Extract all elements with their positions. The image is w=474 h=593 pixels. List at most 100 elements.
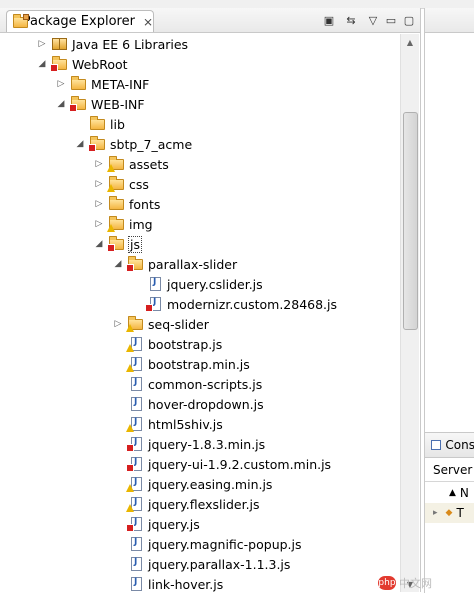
tree-item[interactable]: ◢ sbtp_7_acme	[74, 134, 192, 154]
folder-icon	[71, 76, 87, 91]
js-file-error-icon	[145, 297, 163, 312]
server-row-2[interactable]: ▸ ◆ T	[425, 503, 474, 523]
tree-item[interactable]: jquery.flexslider.js	[112, 494, 260, 514]
tree-item[interactable]: jquery.parallax-1.1.3.js	[112, 554, 290, 574]
tree-item[interactable]: ▷ assets	[93, 154, 169, 174]
tree-item-label: parallax-slider	[148, 256, 238, 272]
tree-item[interactable]: ▷ META-INF	[55, 74, 149, 94]
server-row-label: N	[459, 486, 469, 500]
js-file-warning-icon	[126, 497, 144, 512]
js-file-warning-icon	[126, 337, 144, 352]
console-panel: Cons Server ▲ N ▸ ◆ T	[424, 432, 474, 593]
tree-item[interactable]: hover-dropdown.js	[112, 394, 264, 414]
folder-error-icon	[126, 256, 144, 272]
folder-error-icon	[107, 236, 125, 252]
server-expand-icon[interactable]: ▸	[433, 508, 438, 518]
collapse-all-icon[interactable]: ▣	[322, 13, 336, 27]
js-file-icon	[128, 377, 144, 391]
close-tab-icon[interactable]: ⨯	[143, 15, 153, 29]
tree-item-label: WEB-INF	[91, 96, 145, 112]
js-file-icon	[128, 537, 144, 551]
tomcat-icon: ◆	[445, 508, 453, 518]
server-row-label: T	[456, 506, 464, 520]
link-with-editor-icon[interactable]: ⇆	[344, 13, 358, 27]
tree-item[interactable]: jquery.easing.min.js	[112, 474, 272, 494]
tree-item[interactable]: ◢ js	[93, 234, 142, 254]
expand-arrow-icon[interactable]: ▷	[93, 198, 105, 210]
server-row-1[interactable]: ▲ N	[425, 483, 474, 503]
php-watermark: php 中文网	[378, 574, 474, 592]
collapse-arrow-icon[interactable]: ◢	[36, 58, 48, 70]
tree-item[interactable]: lib	[74, 114, 125, 134]
folder-error-icon	[69, 96, 87, 112]
server-column-header[interactable]: Server	[425, 459, 474, 482]
php-watermark-text: 中文网	[399, 577, 432, 590]
tree-item[interactable]: ▷ seq-slider	[112, 314, 209, 334]
minimize-icon[interactable]: ▭	[384, 13, 398, 27]
tree-item[interactable]: bootstrap.min.js	[112, 354, 250, 374]
tree-item[interactable]: ◢ parallax-slider	[112, 254, 237, 274]
tree-item[interactable]: modernizr.custom.28468.js	[131, 294, 337, 314]
collapse-arrow-icon[interactable]: ◢	[74, 138, 86, 150]
tree-item-label: META-INF	[91, 76, 150, 92]
tree-item-label: seq-slider	[148, 316, 209, 332]
tree-vertical-scrollbar[interactable]: ▲ ▼	[400, 34, 419, 592]
expand-arrow-icon[interactable]: ▷	[93, 158, 105, 170]
tree-item-label: WebRoot	[72, 56, 128, 72]
editor-tabbar	[425, 8, 474, 33]
collapse-arrow-icon[interactable]: ◢	[55, 98, 67, 110]
tree-item[interactable]: ▷ Java EE 6 Libraries	[36, 34, 189, 54]
tree-item[interactable]: ◢ WEB-INF	[55, 94, 145, 114]
library-icon	[52, 37, 68, 51]
tree-item[interactable]: ▷ img	[93, 214, 153, 234]
js-file-icon	[128, 557, 144, 571]
console-tab-label: Cons	[445, 438, 474, 452]
collapse-arrow-icon[interactable]: ◢	[112, 258, 124, 270]
server-hat-icon: ▲	[449, 488, 456, 498]
expand-arrow-icon[interactable]: ▷	[112, 318, 124, 330]
tree-item[interactable]: jquery-ui-1.9.2.custom.min.js	[112, 454, 331, 474]
js-file-icon	[128, 577, 144, 591]
tree-item[interactable]: html5shiv.js	[112, 414, 223, 434]
folder-icon	[109, 196, 125, 211]
tree-item-label: sbtp_7_acme	[110, 136, 193, 152]
folder-icon	[90, 116, 106, 131]
maximize-icon[interactable]: ▢	[402, 13, 416, 27]
expand-arrow-icon[interactable]: ▷	[55, 78, 67, 90]
folder-warning-icon	[126, 316, 144, 332]
tree-item[interactable]: ◢ WebRoot	[36, 54, 128, 74]
tab-console[interactable]: Cons	[425, 433, 474, 458]
scroll-up-arrow-icon[interactable]: ▲	[401, 34, 419, 50]
tree-item-label: link-hover.js	[148, 576, 224, 592]
expand-arrow-icon[interactable]: ▷	[36, 38, 48, 50]
expand-arrow-icon[interactable]: ▷	[93, 218, 105, 230]
folder-error-icon	[50, 56, 68, 72]
tree-item[interactable]: link-hover.js	[112, 574, 223, 592]
tree-item[interactable]: common-scripts.js	[112, 374, 262, 394]
tree-item[interactable]: jquery-1.8.3.min.js	[112, 434, 265, 454]
js-file-icon	[147, 277, 163, 291]
tree-item[interactable]: jquery.magnific-popup.js	[112, 534, 302, 554]
tree-item[interactable]: ▷ css	[93, 174, 149, 194]
tree-item-label: jquery.js	[148, 516, 200, 532]
tree-item-label: jquery-ui-1.9.2.custom.min.js	[148, 456, 332, 472]
collapse-arrow-icon[interactable]: ◢	[93, 238, 105, 250]
tree-item[interactable]: ▷ fonts	[93, 194, 160, 214]
tab-package-explorer[interactable]: Package Explorer ⨯	[6, 10, 154, 32]
expand-arrow-icon[interactable]: ▷	[93, 178, 105, 190]
tree-item[interactable]: bootstrap.js	[112, 334, 222, 354]
scrollbar-thumb[interactable]	[403, 112, 418, 330]
tree-item[interactable]: jquery.cslider.js	[131, 274, 263, 294]
view-menu-icon[interactable]: ▽	[366, 13, 380, 27]
server-column-label: Server	[433, 463, 473, 477]
tree-item[interactable]: jquery.js	[112, 514, 200, 534]
